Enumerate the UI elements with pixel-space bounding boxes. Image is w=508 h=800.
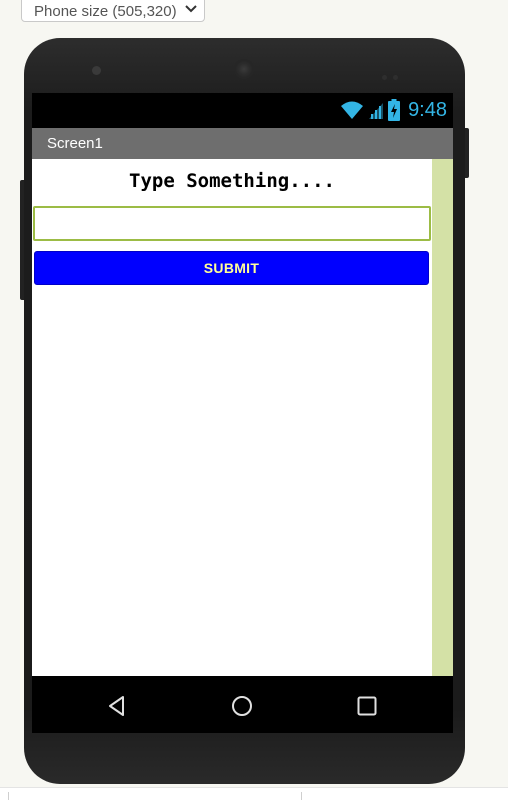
heading-label: Type Something.... <box>129 170 335 192</box>
proximity-sensor <box>92 66 101 75</box>
scroll-track[interactable] <box>432 159 453 676</box>
phone-screen: 9:48 Screen1 Type Something.... SUBMIT <box>32 93 453 733</box>
text-input[interactable] <box>33 206 431 241</box>
front-camera <box>234 59 254 79</box>
phone-size-select-value: Phone size (505,320) <box>34 2 177 20</box>
screen-title: Screen1 <box>47 135 103 152</box>
battery-charging-icon <box>388 99 401 121</box>
status-time: 9:48 <box>408 98 447 121</box>
recents-icon[interactable] <box>355 694 379 718</box>
status-bar: 9:48 <box>32 93 453 128</box>
home-icon[interactable] <box>230 694 254 718</box>
phone-size-select[interactable]: Phone size (505,320) <box>21 0 205 22</box>
sensor-dots <box>382 67 404 80</box>
submit-button-label: SUBMIT <box>203 260 260 276</box>
screen-content: Type Something.... SUBMIT <box>32 159 453 676</box>
status-icons: 9:48 <box>340 97 447 123</box>
screen-title-bar: Screen1 <box>32 128 453 159</box>
chevron-down-icon <box>185 5 197 13</box>
submit-button[interactable]: SUBMIT <box>34 251 429 285</box>
cell-signal-icon <box>369 103 384 119</box>
back-icon[interactable] <box>105 694 129 718</box>
wifi-icon <box>341 101 364 119</box>
navigation-bar <box>32 676 453 733</box>
bottom-strip <box>0 787 508 800</box>
